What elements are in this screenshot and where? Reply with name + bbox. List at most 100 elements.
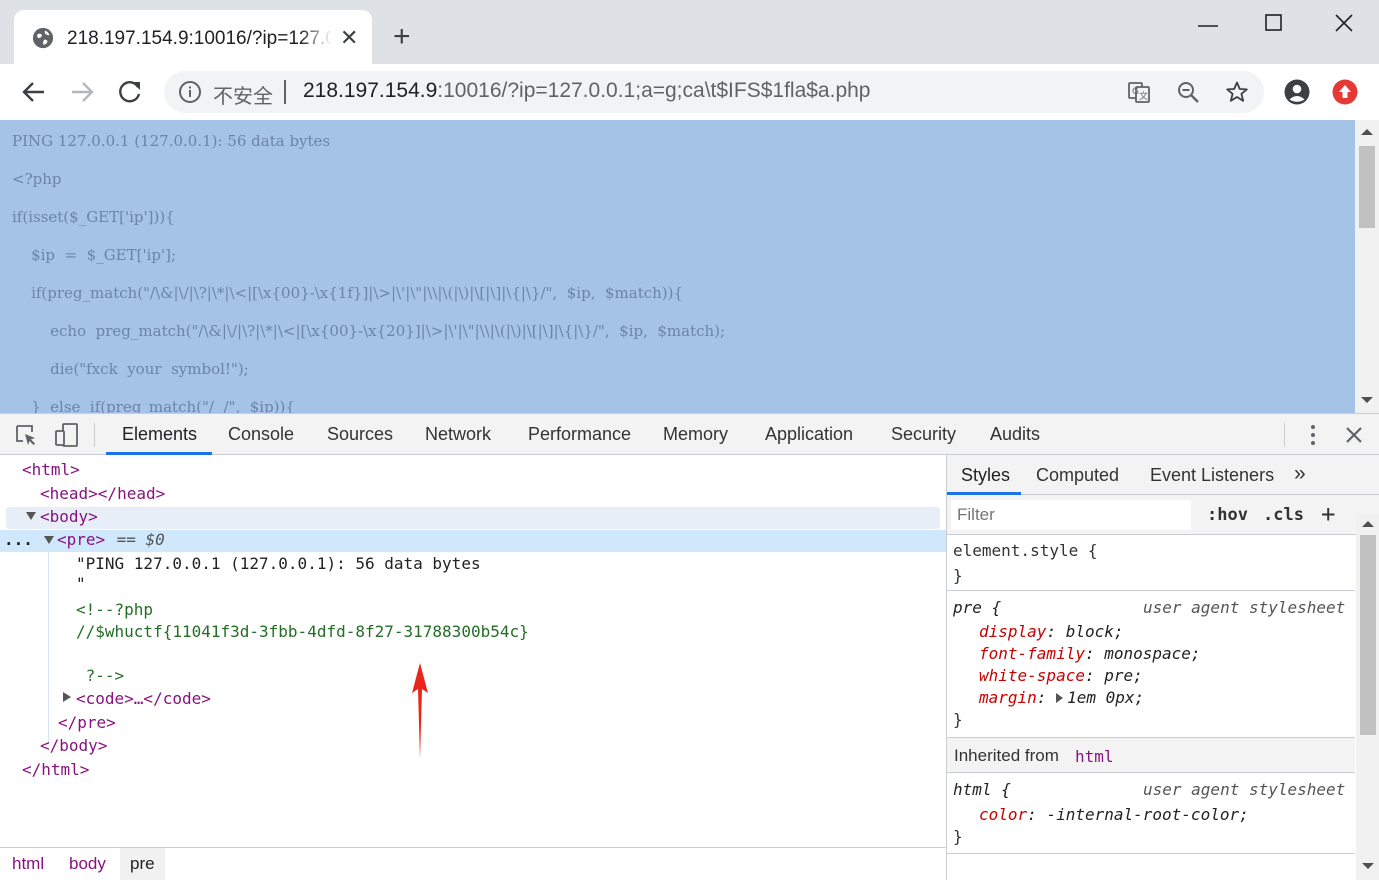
page-line: echo preg_match("/\&|\/|\?|\*|\<|[\x{00}… [12,322,726,340]
user-agent-label: user agent stylesheet [1143,598,1346,617]
tab-sources[interactable]: Sources [327,424,393,445]
node-actions-ellipsis[interactable]: ... [4,530,33,549]
class-toggle[interactable]: .cls [1263,505,1304,525]
collapse-pre-icon[interactable] [44,536,54,544]
forward-icon[interactable] [68,78,96,106]
breadcrumb-pre[interactable]: pre [120,848,165,880]
tab-network[interactable]: Network [425,424,491,445]
separator [284,80,286,104]
pre-rule-selector[interactable]: pre { [953,598,1001,617]
property-value: -internal-root-color; [1046,805,1249,824]
indent-guide [48,552,49,744]
styles-filter-input[interactable] [951,500,1181,530]
text-node[interactable]: "PING 127.0.0.1 (127.0.0.1): 56 data byt… [76,554,481,573]
zoom-out-icon[interactable] [1176,80,1200,104]
info-icon[interactable] [178,80,202,104]
page-line: if(preg_match("/\&|\/|\?|\*|\<|[\x{00}-\… [12,284,684,302]
element-style-selector[interactable]: element.style { [953,541,1098,560]
dom-node-html[interactable]: <html> [22,460,80,479]
update-icon[interactable] [1332,79,1358,105]
profile-avatar-icon[interactable] [1284,79,1310,105]
dom-node-html-close[interactable]: </html> [22,760,89,779]
device-toolbar-icon[interactable] [54,422,80,448]
reload-icon[interactable] [116,78,144,106]
dom-node-head[interactable]: <head></head> [40,484,165,503]
maximize-icon[interactable] [1264,13,1284,33]
dom-node-pre[interactable]: <pre> [57,530,105,549]
dom-node-code[interactable]: <code>…</code> [76,689,211,708]
flag-comment-line[interactable]: //$whuctf{11041f3d-3fbb-4dfd-8f27-317883… [76,622,529,641]
html-rule-selector[interactable]: html { [953,780,1011,799]
style-property[interactable]: display: block; [979,622,1124,641]
tab-styles[interactable]: Styles [961,465,1010,486]
more-options-icon[interactable] [1302,423,1324,447]
style-property[interactable]: margin: 1em 0px; [979,688,1144,707]
scroll-thumb[interactable] [1360,535,1376,735]
bookmark-star-icon[interactable] [1225,80,1249,104]
tab-elements[interactable]: Elements [122,424,197,445]
new-tab-button[interactable]: + [393,22,411,52]
text-node[interactable]: " [76,574,86,593]
page-line: <?php [12,170,62,188]
selected-node-marker: == $0 [107,530,165,549]
inspect-element-icon[interactable] [14,423,38,447]
security-label[interactable]: 不安全 [213,80,273,109]
property-value: pre; [1104,666,1143,685]
style-property[interactable]: font-family: monospace; [979,644,1201,663]
svg-text:文: 文 [1139,90,1148,102]
breadcrumb-body[interactable]: body [69,854,106,874]
tab-audits[interactable]: Audits [990,424,1040,445]
filter-box[interactable] [951,500,1191,530]
more-tabs-icon[interactable]: » [1294,462,1306,486]
page-line: if(isset($_GET['ip'])){ [12,208,175,226]
expand-shorthand-icon[interactable] [1056,693,1064,703]
hover-state-toggle[interactable]: :hov [1207,505,1248,525]
scroll-down-icon[interactable] [1362,863,1374,869]
rule-divider [947,590,1355,591]
tab-console[interactable]: Console [228,424,294,445]
tab-strip: 218.197.154.9:10016/?ip=127.0.0.1;a=g;ca… [0,0,1379,64]
tab-event-listeners[interactable]: Event Listeners [1150,465,1274,486]
property-name: margin [979,688,1037,707]
red-arrow-annotation [412,663,428,759]
expand-code-icon[interactable] [63,692,71,702]
styles-scrollbar[interactable] [1356,513,1379,880]
minimize-icon[interactable] [1196,14,1220,38]
comment-node[interactable]: ?--> [76,666,125,685]
scroll-down-icon[interactable] [1361,397,1373,403]
dom-node-body-close[interactable]: </body> [40,736,107,755]
page-line: } else if(preg_match("/ /", $ip)){ [12,398,295,413]
tab-memory[interactable]: Memory [663,424,728,445]
url-host: 218.197.154.9 [303,79,438,102]
address-bar[interactable]: 不安全 218.197.154.9:10016/?ip=127.0.0.1;a=… [164,71,1264,113]
style-property[interactable]: white-space: pre; [979,666,1143,685]
tab-computed[interactable]: Computed [1036,465,1119,486]
property-name: color [979,805,1028,824]
tab-performance[interactable]: Performance [528,424,631,445]
inherited-node-link[interactable]: html [1075,747,1114,766]
breadcrumb: html body pre [0,847,946,880]
collapse-body-icon[interactable] [26,512,36,520]
property-name: font-family [979,644,1085,663]
scroll-up-icon[interactable] [1362,521,1374,527]
tab-application[interactable]: Application [765,424,853,445]
style-property[interactable]: color: -internal-root-color; [979,805,1249,824]
url-text[interactable]: 218.197.154.9:10016/?ip=127.0.0.1;a=g;ca… [303,79,870,103]
breadcrumb-html[interactable]: html [12,854,44,874]
tab-security[interactable]: Security [891,424,956,445]
dom-node-pre-close[interactable]: </pre> [58,713,116,732]
window-close-icon[interactable] [1334,13,1354,33]
dom-node-body[interactable]: <body> [40,507,98,526]
new-style-rule-button[interactable]: + [1321,500,1335,528]
translate-icon[interactable]: G文 [1127,80,1151,104]
scroll-thumb[interactable] [1359,146,1375,228]
property-value: 1em 0px; [1067,688,1145,707]
page-scrollbar[interactable] [1355,120,1379,413]
back-icon[interactable] [20,78,48,106]
close-devtools-icon[interactable] [1344,425,1364,445]
scroll-up-icon[interactable] [1361,129,1373,135]
browser-tab[interactable]: 218.197.154.9:10016/?ip=127.0.0.1;a=g;ca… [14,10,372,64]
comment-node[interactable]: <!--?php [76,600,153,619]
close-tab-icon[interactable]: ✕ [340,27,358,49]
inherited-label: Inherited from [954,746,1059,765]
